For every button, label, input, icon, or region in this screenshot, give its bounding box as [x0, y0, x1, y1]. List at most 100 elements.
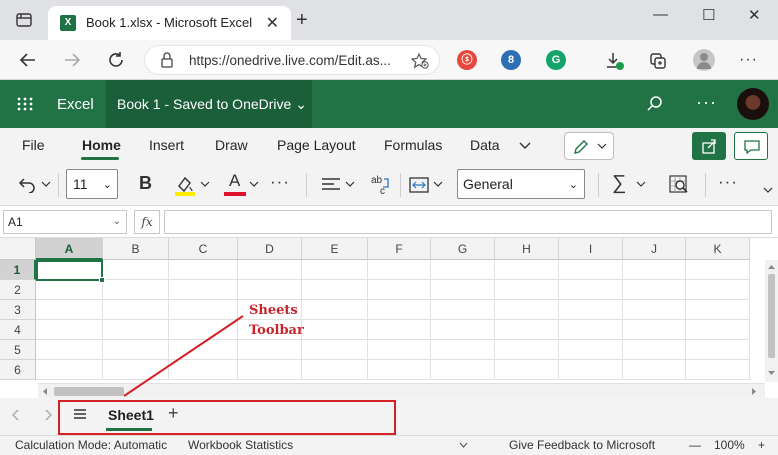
- find-select-icon[interactable]: [668, 174, 690, 196]
- cell-a4[interactable]: [36, 320, 103, 340]
- cell-b5[interactable]: [103, 340, 169, 360]
- tab-page-layout[interactable]: Page Layout: [277, 137, 356, 153]
- tab-home[interactable]: Home: [82, 137, 121, 153]
- cell-h2[interactable]: [495, 280, 559, 300]
- insert-function-button[interactable]: fx: [134, 210, 160, 234]
- font-size-select[interactable]: 11 ⌄: [66, 169, 118, 199]
- chevron-down-icon[interactable]: [41, 180, 51, 188]
- cell-j5[interactable]: [623, 340, 686, 360]
- cell-a6[interactable]: [36, 360, 103, 380]
- cell-g4[interactable]: [431, 320, 495, 340]
- more-font-options-button[interactable]: ···: [270, 172, 290, 192]
- next-sheet-icon[interactable]: [44, 409, 52, 421]
- zoom-in-button[interactable]: +: [758, 438, 765, 452]
- row-header-6[interactable]: 6: [0, 360, 36, 380]
- cell-k3[interactable]: [686, 300, 750, 320]
- horizontal-scrollbar[interactable]: [38, 383, 765, 398]
- column-header-e[interactable]: E: [302, 238, 368, 260]
- scroll-right-icon[interactable]: [751, 387, 757, 396]
- cell-d6[interactable]: [238, 360, 302, 380]
- cell-c5[interactable]: [169, 340, 238, 360]
- browser-tab[interactable]: X Book 1.xlsx - Microsoft Excel Onl ✕: [48, 6, 291, 40]
- cell-b1[interactable]: [103, 260, 169, 280]
- extension-icon-1[interactable]: ⓢ: [457, 50, 477, 70]
- more-ribbon-options-button[interactable]: ···: [718, 172, 738, 192]
- maximize-button[interactable]: ☐: [702, 6, 715, 24]
- column-header-d[interactable]: D: [238, 238, 302, 260]
- cell-c6[interactable]: [169, 360, 238, 380]
- cell-j6[interactable]: [623, 360, 686, 380]
- cell-f2[interactable]: [368, 280, 431, 300]
- cell-i6[interactable]: [559, 360, 623, 380]
- undo-icon[interactable]: [18, 175, 38, 193]
- collections-icon[interactable]: [648, 51, 668, 71]
- zoom-level[interactable]: 100%: [714, 438, 745, 452]
- cell-d1[interactable]: [238, 260, 302, 280]
- chevron-down-icon[interactable]: [636, 180, 646, 188]
- calculation-mode[interactable]: Calculation Mode: Automatic: [15, 438, 167, 452]
- workbook-statistics[interactable]: Workbook Statistics: [188, 438, 293, 452]
- chevron-down-icon[interactable]: [345, 180, 355, 188]
- horizontal-scroll-thumb[interactable]: [54, 387, 124, 396]
- cell-d5[interactable]: [238, 340, 302, 360]
- cell-a3[interactable]: [36, 300, 103, 320]
- add-favorite-icon[interactable]: [411, 53, 429, 69]
- cell-i1[interactable]: [559, 260, 623, 280]
- name-box[interactable]: A1 ⌄: [3, 210, 127, 234]
- address-bar[interactable]: https://onedrive.live.com/Edit.as...: [144, 45, 440, 75]
- cell-h3[interactable]: [495, 300, 559, 320]
- row-header-2[interactable]: 2: [0, 280, 36, 300]
- column-header-g[interactable]: G: [431, 238, 495, 260]
- cell-f4[interactable]: [368, 320, 431, 340]
- cell-d2[interactable]: [238, 280, 302, 300]
- scroll-down-icon[interactable]: [767, 370, 776, 376]
- column-header-a[interactable]: A: [36, 238, 103, 260]
- align-left-icon[interactable]: [320, 176, 342, 194]
- chevron-down-icon[interactable]: [433, 180, 443, 188]
- row-header-1[interactable]: 1: [0, 260, 36, 280]
- cell-g1[interactable]: [431, 260, 495, 280]
- cell-k1[interactable]: [686, 260, 750, 280]
- cell-e4[interactable]: [302, 320, 368, 340]
- cell-e6[interactable]: [302, 360, 368, 380]
- cell-k6[interactable]: [686, 360, 750, 380]
- cell-e3[interactable]: [302, 300, 368, 320]
- cell-f5[interactable]: [368, 340, 431, 360]
- cell-f6[interactable]: [368, 360, 431, 380]
- scroll-left-icon[interactable]: [42, 387, 48, 396]
- column-header-h[interactable]: H: [495, 238, 559, 260]
- back-icon[interactable]: [19, 51, 37, 69]
- url-text[interactable]: https://onedrive.live.com/Edit.as...: [189, 53, 399, 68]
- cell-h1[interactable]: [495, 260, 559, 280]
- column-header-i[interactable]: I: [559, 238, 623, 260]
- row-header-3[interactable]: 3: [0, 300, 36, 320]
- close-tab-button[interactable]: ✕: [266, 13, 279, 33]
- chevron-down-icon[interactable]: [200, 180, 210, 188]
- cell-b3[interactable]: [103, 300, 169, 320]
- cell-j3[interactable]: [623, 300, 686, 320]
- cell-c1[interactable]: [169, 260, 238, 280]
- chevron-down-icon[interactable]: [518, 140, 532, 152]
- fill-color-icon[interactable]: [174, 173, 196, 197]
- document-title[interactable]: Book 1 - Saved to OneDrive ⌄: [106, 80, 312, 128]
- font-color-button[interactable]: A: [224, 170, 246, 196]
- number-format-select[interactable]: General ⌄: [457, 169, 585, 199]
- tab-formulas[interactable]: Formulas: [384, 137, 442, 153]
- row-header-4[interactable]: 4: [0, 320, 36, 340]
- editing-mode-button[interactable]: [564, 132, 614, 160]
- vertical-scroll-thumb[interactable]: [768, 274, 775, 358]
- spreadsheet-grid[interactable]: ABCDEFGHIJK 123456: [0, 238, 765, 382]
- merge-cells-icon[interactable]: [408, 175, 430, 195]
- tab-actions-icon[interactable]: [15, 11, 33, 29]
- formula-input[interactable]: [164, 210, 772, 234]
- cell-k2[interactable]: [686, 280, 750, 300]
- chevron-down-icon[interactable]: [459, 442, 468, 448]
- vertical-scrollbar[interactable]: [765, 260, 778, 382]
- cell-e5[interactable]: [302, 340, 368, 360]
- profile-avatar[interactable]: [693, 49, 715, 71]
- cell-g2[interactable]: [431, 280, 495, 300]
- zoom-out-button[interactable]: —: [689, 438, 701, 452]
- cell-a5[interactable]: [36, 340, 103, 360]
- cell-g6[interactable]: [431, 360, 495, 380]
- cell-a2[interactable]: [36, 280, 103, 300]
